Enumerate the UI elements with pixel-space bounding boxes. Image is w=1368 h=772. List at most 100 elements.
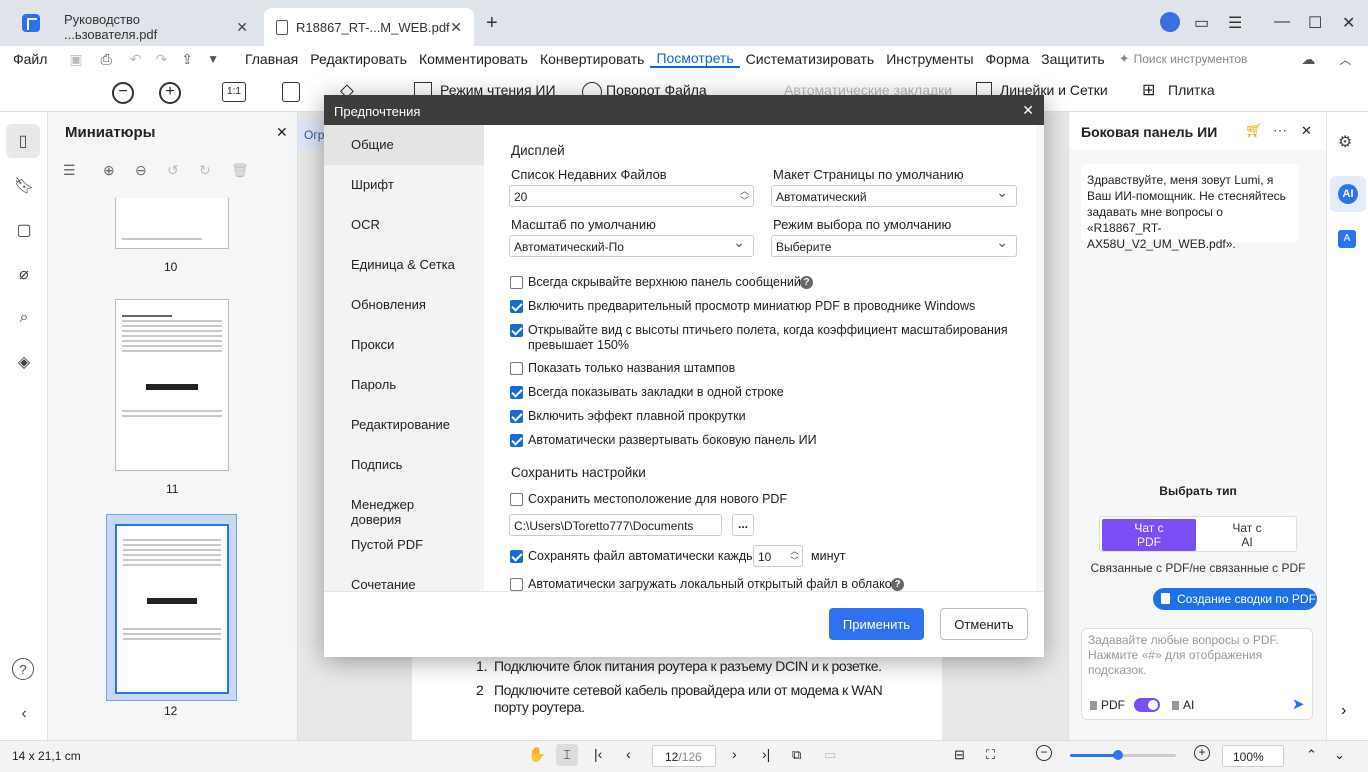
zoom-slider[interactable]: [1070, 750, 1176, 760]
help-icon[interactable]: ?: [891, 578, 904, 591]
menu-organize[interactable]: Систематизировать: [740, 51, 881, 67]
checkbox[interactable]: [510, 324, 523, 337]
delete-icon[interactable]: 🗑︎: [231, 162, 249, 179]
page-thumbnail[interactable]: [115, 198, 229, 249]
checkbox[interactable]: [510, 578, 523, 591]
page-layout-select[interactable]: Автоматический: [771, 184, 1017, 207]
zoom-default-select[interactable]: Автоматический-По: [509, 234, 754, 257]
tile-icon[interactable]: ⊞: [1142, 80, 1155, 100]
nav-font[interactable]: Шрифт: [324, 165, 484, 205]
properties-icon[interactable]: ⚙: [1338, 132, 1352, 152]
menu-view[interactable]: Посмотреть: [650, 50, 740, 68]
nav-blank-pdf[interactable]: Пустой PDF: [324, 525, 484, 565]
checkbox[interactable]: [510, 493, 523, 506]
menu-tools[interactable]: Инструменты: [880, 51, 979, 67]
close-icon[interactable]: ✕: [276, 124, 288, 141]
quick-access-dropdown-icon[interactable]: ▼: [207, 52, 219, 66]
search-tools-input[interactable]: Поиск инструментов: [1134, 52, 1248, 66]
nav-ocr[interactable]: OCR: [324, 205, 484, 245]
select-tool-icon[interactable]: ⌶: [556, 744, 578, 766]
checkbox[interactable]: [510, 550, 523, 563]
minimize-icon[interactable]: —: [1274, 13, 1290, 31]
tab-document-2[interactable]: R18867_RT-...M_WEB.pdf ✕: [264, 8, 474, 46]
autosave-interval-stepper[interactable]: 10 ︿ ﹀: [753, 545, 803, 567]
help-icon[interactable]: ?: [12, 658, 34, 680]
nav-password[interactable]: Пароль: [324, 365, 484, 405]
checkbox[interactable]: [510, 300, 523, 313]
select-mode-select[interactable]: Выберите: [771, 234, 1017, 257]
cloud-upload-icon[interactable]: ☁: [1301, 51, 1315, 68]
fit-width-icon[interactable]: ▭: [824, 747, 836, 763]
stepper-arrows-icon[interactable]: ︿ ﹀: [740, 186, 749, 206]
close-icon[interactable]: ✕: [1301, 123, 1312, 139]
page-mode-icon[interactable]: ⊟: [954, 747, 965, 763]
ai-assistant-tab[interactable]: AI: [1330, 176, 1366, 212]
menu-protect[interactable]: Защитить: [1035, 51, 1111, 67]
apply-button[interactable]: Применить: [829, 608, 924, 640]
maximize-icon[interactable]: ☐: [1308, 13, 1322, 33]
hand-tool-icon[interactable]: ✋: [528, 746, 545, 763]
last-page-icon[interactable]: ›|: [762, 746, 770, 762]
checkbox[interactable]: [510, 434, 523, 447]
ai-input-box[interactable]: Задавайте любые вопросы о PDF. Нажмите «…: [1081, 628, 1313, 720]
attachment-icon[interactable]: ⌀: [12, 262, 36, 286]
next-page-icon[interactable]: ›: [732, 746, 737, 762]
nav-trust-manager[interactable]: Менеджер доверия: [324, 485, 484, 527]
summary-button[interactable]: Создание сводки по PDF: [1153, 588, 1317, 610]
checkbox[interactable]: [510, 386, 523, 399]
nav-editing[interactable]: Редактирование: [324, 405, 484, 445]
checkbox[interactable]: [510, 362, 523, 375]
search-icon[interactable]: ⌕: [12, 306, 36, 330]
zoom-out-icon[interactable]: −: [1036, 745, 1052, 761]
nav-units-grid[interactable]: Единица & Сетка: [324, 245, 484, 285]
help-icon[interactable]: ?: [800, 276, 813, 289]
scroll-top-icon[interactable]: ⌃: [1306, 747, 1317, 763]
nav-updates[interactable]: Обновления: [324, 285, 484, 325]
checkbox[interactable]: [510, 276, 523, 289]
first-page-icon[interactable]: |‹: [594, 746, 602, 762]
scroll-bottom-icon[interactable]: ⌄: [1334, 747, 1345, 763]
checkbox[interactable]: [510, 410, 523, 423]
actual-size-icon[interactable]: 1:1: [222, 82, 246, 102]
document-page[interactable]: 1. Подключите блок питания роутера к раз…: [412, 652, 942, 740]
chat-ai-option[interactable]: Чат с AI: [1200, 519, 1294, 551]
rotate-right-icon[interactable]: ↻: [199, 162, 211, 179]
layers-icon[interactable]: ◈: [12, 350, 36, 374]
zoom-in-icon[interactable]: +: [1194, 745, 1210, 761]
redo-icon[interactable]: ↷: [156, 51, 168, 68]
cancel-button[interactable]: Отменить: [940, 608, 1028, 640]
nav-shortcuts[interactable]: Сочетание клавиш: [324, 565, 484, 591]
save-icon[interactable]: ▣: [69, 51, 82, 68]
page-number-input[interactable]: 12/126: [652, 745, 716, 767]
menu-comment[interactable]: Комментировать: [413, 51, 534, 67]
rotate-left-icon[interactable]: ↺: [167, 162, 179, 179]
collapse-ribbon-icon[interactable]: ︿: [1339, 51, 1351, 68]
stepper-arrows-icon[interactable]: ︿ ﹀: [790, 546, 799, 566]
thumbnail-options-icon[interactable]: ☰: [63, 162, 76, 179]
fit-page-icon[interactable]: ⧉: [792, 747, 801, 763]
menu-edit[interactable]: Редактировать: [304, 51, 413, 67]
zoom-in-icon[interactable]: ⊕: [103, 162, 115, 179]
menu-form[interactable]: Форма: [980, 51, 1036, 67]
menu-file[interactable]: Файл: [7, 51, 53, 67]
prev-page-icon[interactable]: ‹: [626, 746, 631, 762]
menu-convert[interactable]: Конвертировать: [534, 51, 651, 67]
account-avatar-icon[interactable]: [1160, 12, 1180, 32]
new-tab-icon[interactable]: +: [486, 12, 498, 35]
browse-button[interactable]: ...: [732, 514, 754, 536]
close-icon[interactable]: ✕: [236, 19, 248, 36]
cart-icon[interactable]: 🛒︎: [1245, 122, 1263, 139]
full-screen-icon[interactable]: ⛶: [986, 747, 995, 763]
share-icon[interactable]: ⇪: [181, 51, 193, 68]
pdf-ai-toggle[interactable]: [1134, 698, 1160, 712]
overflow-menu-icon[interactable]: ☰: [1228, 13, 1242, 33]
page-layout-icon[interactable]: [282, 82, 300, 102]
thumbnails-panel-icon[interactable]: ▯: [6, 124, 40, 158]
more-icon[interactable]: ⋯: [1273, 122, 1287, 139]
message-icon[interactable]: ▭: [1194, 13, 1209, 33]
nav-signature[interactable]: Подпись: [324, 445, 484, 485]
close-icon[interactable]: ✕: [1022, 102, 1034, 119]
zoom-in-icon[interactable]: +: [159, 82, 181, 104]
scrollbar[interactable]: [1036, 125, 1044, 591]
undo-icon[interactable]: ↶: [130, 51, 142, 68]
